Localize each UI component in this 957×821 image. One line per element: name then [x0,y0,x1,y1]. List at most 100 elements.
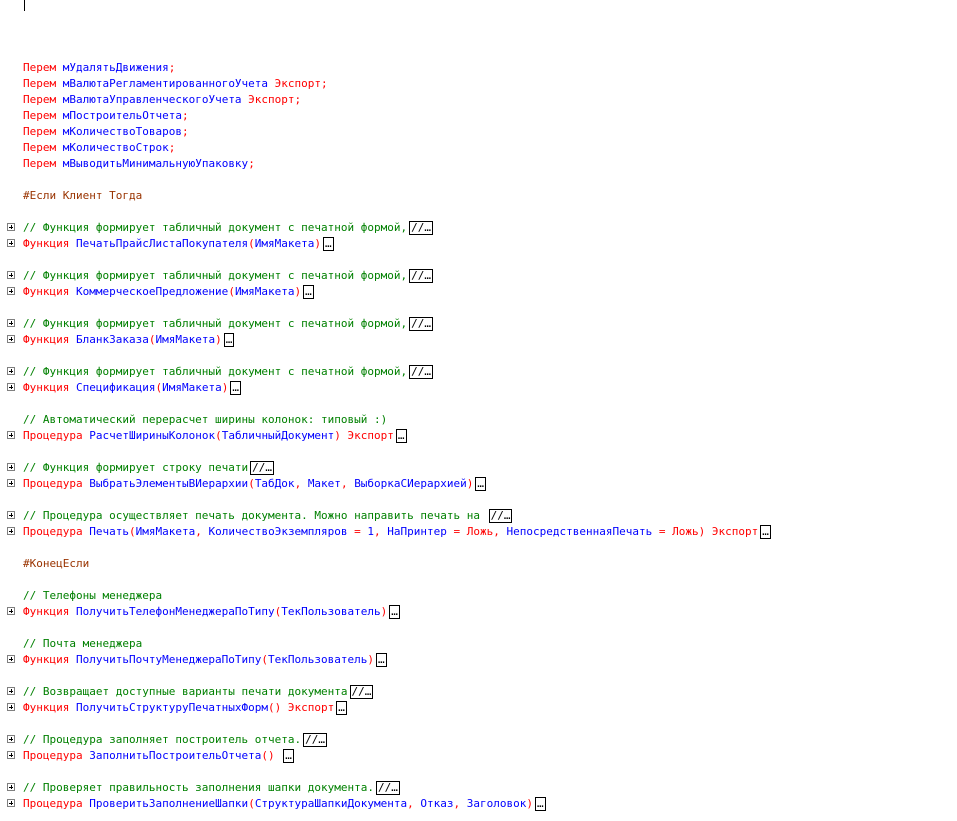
code-line[interactable]: // Функция формирует табличный документ … [0,268,957,284]
code-line[interactable]: Перем мУдалятьДвижения; [0,60,957,76]
code-line[interactable] [0,812,957,821]
code-line[interactable]: #КонецЕсли [0,556,957,572]
collapsed-comment-button[interactable]: //… [409,365,433,379]
code-line[interactable]: Перем мКоличествоСтрок; [0,140,957,156]
code-line[interactable]: Функция Спецификация(ИмяМакета)… [0,380,957,396]
collapsed-body-button[interactable]: … [376,653,387,667]
collapsed-comment-button[interactable]: //… [488,509,513,523]
code-line[interactable]: Процедура ПроверитьЗаполнениеШапки(Струк… [0,796,957,812]
expand-fold-icon[interactable] [7,271,15,279]
punctuation: , [294,477,308,490]
code-line[interactable]: // Процедура заполняет построитель отчет… [0,732,957,748]
expand-fold-icon[interactable] [7,367,15,375]
expand-fold-icon[interactable] [7,735,15,743]
code-line[interactable]: Процедура Печать(ИмяМакета, КоличествоЭк… [0,524,957,540]
code-line[interactable]: Перем мКоличествоТоваров; [0,124,957,140]
keyword: Функция [23,285,76,298]
collapsed-comment-button[interactable]: //… [409,269,433,283]
code-line[interactable] [0,668,957,684]
code-line[interactable] [0,300,957,316]
collapsed-body-button[interactable]: … [223,333,235,347]
identifier: Отказ [420,797,454,810]
code-line[interactable]: Процедура ЗаполнитьПостроительОтчета() … [0,748,957,764]
expand-fold-icon[interactable] [7,319,15,327]
code-line[interactable]: // Функция формирует табличный документ … [0,316,957,332]
expand-fold-icon[interactable] [7,783,15,791]
expand-fold-icon[interactable] [7,799,15,807]
expand-fold-icon[interactable] [7,479,15,487]
collapsed-body-button[interactable]: … [323,237,334,251]
collapsed-body-button[interactable]: … [395,429,407,443]
collapsed-comment-button[interactable]: //… [303,733,328,747]
collapsed-body-button[interactable]: … [760,525,771,539]
collapsed-body-button[interactable]: … [535,797,546,811]
expand-fold-icon[interactable] [7,431,15,439]
code-line[interactable]: Перем мПостроительОтчета; [0,108,957,124]
expand-fold-icon[interactable] [7,239,15,247]
code-line[interactable] [0,444,957,460]
code-line[interactable]: // Процедура осуществляет печать докумен… [0,508,957,524]
identifier: НепосредственнаяПечать [506,525,653,538]
code-line[interactable]: Функция ПолучитьПочтуМенеджераПоТипу(Тек… [0,652,957,668]
code-line[interactable] [0,540,957,556]
code-line[interactable] [0,172,957,188]
expand-fold-icon[interactable] [7,223,15,231]
collapsed-body-button[interactable]: … [230,381,241,395]
expand-fold-icon[interactable] [7,687,15,695]
identifier: ТекПользователь [268,653,368,666]
code-line[interactable] [0,492,957,508]
code-line[interactable]: // Телефоны менеджера [0,588,957,604]
identifier: ИмяМакета [234,285,295,298]
code-line[interactable]: Функция ПолучитьТелефонМенеджераПоТипу(Т… [0,604,957,620]
code-line[interactable]: Перем мВалютаРегламентированногоУчета Эк… [0,76,957,92]
expand-fold-icon[interactable] [7,287,15,295]
expand-fold-icon[interactable] [7,607,15,615]
code-line[interactable] [0,620,957,636]
collapsed-comment-button[interactable]: //… [409,221,433,235]
keyword: Перем [23,125,63,138]
code-line[interactable] [0,572,957,588]
collapsed-body-button[interactable]: … [389,605,400,619]
code-line[interactable]: // Функция формирует строку печати//… [0,460,957,476]
code-line[interactable] [0,252,957,268]
collapsed-comment-button[interactable]: //… [349,685,374,699]
collapsed-comment-button[interactable]: //… [409,317,433,331]
collapsed-body-button[interactable]: … [475,477,487,491]
expand-fold-icon[interactable] [7,383,15,391]
code-line[interactable]: Процедура РасчетШириныКолонок(ТабличныйД… [0,428,957,444]
code-line[interactable]: // Функция формирует табличный документ … [0,220,957,236]
code-line[interactable]: Процедура ВыбратьЭлементыВИерархии(ТабДо… [0,476,957,492]
code-line[interactable]: Перем мВыводитьМинимальнуюУпаковку; [0,156,957,172]
code-line[interactable]: Функция БланкЗаказа(ИмяМакета)… [0,332,957,348]
code-line[interactable]: // Почта менеджера [0,636,957,652]
punctuation: ) [466,477,474,490]
code-line[interactable]: // Проверяет правильность заполнения шап… [0,780,957,796]
collapsed-body-button[interactable]: … [336,701,347,715]
collapsed-body-button[interactable]: … [283,749,294,763]
collapsed-comment-button[interactable]: //… [250,461,275,475]
code-line[interactable]: Функция ПечатьПрайсЛистаПокупателя(ИмяМа… [0,236,957,252]
code-line[interactable] [0,348,957,364]
code-line[interactable] [0,716,957,732]
collapsed-body-button[interactable]: … [303,285,314,299]
expand-fold-icon[interactable] [7,703,15,711]
code-line[interactable]: Перем мВалютаУправленческогоУчета Экспор… [0,92,957,108]
code-line[interactable]: Функция КоммерческоеПредложение(ИмяМакет… [0,284,957,300]
punctuation: ; [168,141,176,154]
expand-fold-icon[interactable] [7,335,15,343]
expand-fold-icon[interactable] [7,463,15,471]
code-line[interactable]: Функция ПолучитьСтруктуруПечатныхФорм() … [0,700,957,716]
code-line[interactable]: // Возвращает доступные варианты печати … [0,684,957,700]
expand-fold-icon[interactable] [7,655,15,663]
code-editor[interactable]: Перем мУдалятьДвижения; Перем мВалютаРегл… [0,0,957,821]
code-line[interactable] [0,204,957,220]
code-line[interactable]: #Если Клиент Тогда [0,188,957,204]
collapsed-comment-button[interactable]: //… [376,781,400,795]
code-line[interactable]: // Автоматический перерасчет ширины коло… [0,412,957,428]
code-line[interactable]: // Функция формирует табличный документ … [0,364,957,380]
expand-fold-icon[interactable] [7,527,15,535]
expand-fold-icon[interactable] [7,511,15,519]
expand-fold-icon[interactable] [7,751,15,759]
code-line[interactable] [0,764,957,780]
code-line[interactable] [0,396,957,412]
